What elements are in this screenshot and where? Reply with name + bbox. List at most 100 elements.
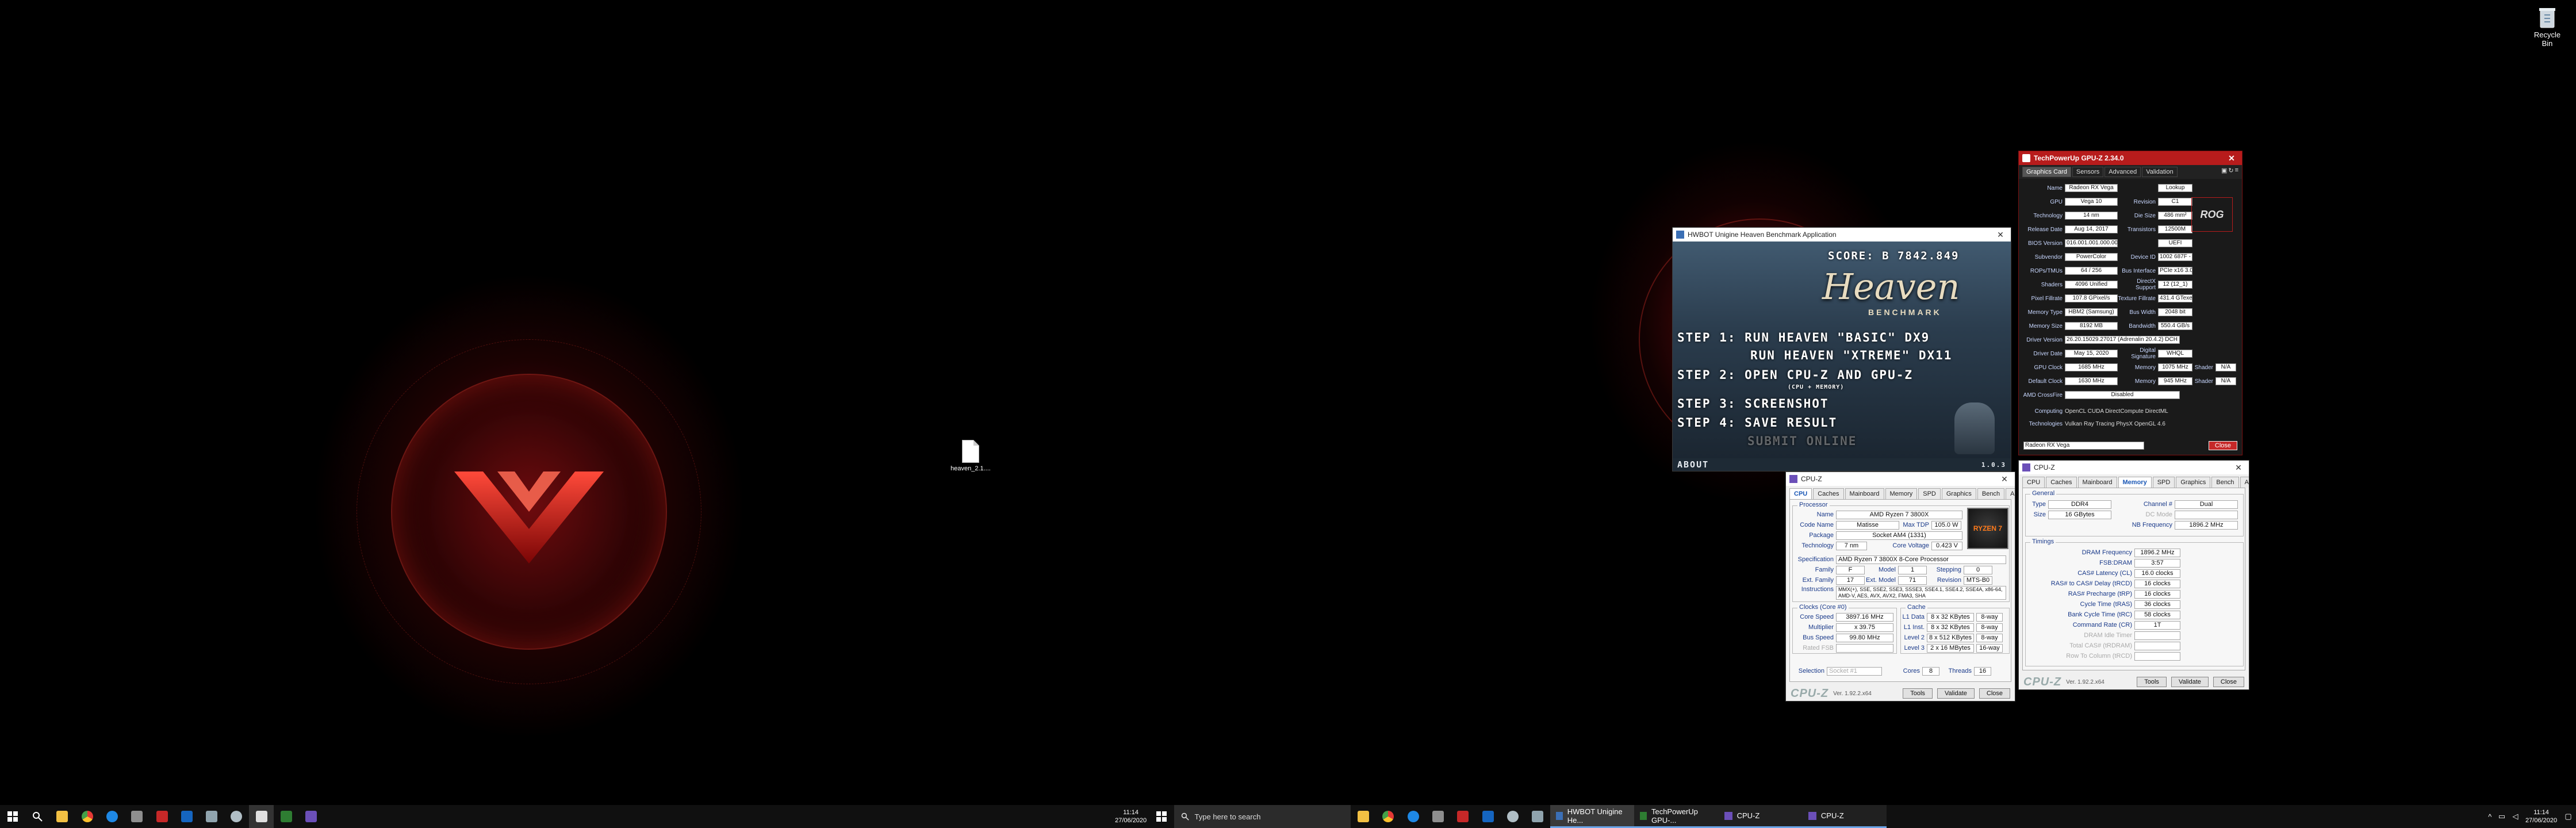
camera-icon[interactable]: ▣ <box>2221 167 2227 177</box>
gpuz-row-label: Memory Type <box>2027 309 2063 316</box>
edge-icon[interactable] <box>1401 805 1425 828</box>
tab-cpu[interactable]: CPU <box>2022 477 2045 488</box>
search-placeholder: Type here to search <box>1194 812 1261 821</box>
trcd-value: 16 clocks <box>2134 579 2180 588</box>
step3-text: STEP 3: SCREENSHOT <box>1677 397 1829 411</box>
recycle-bin-icon[interactable]: Recycle Bin <box>2530 6 2564 48</box>
trcd2-value <box>2134 651 2180 661</box>
desktop-file-heaven[interactable]: heaven_2.1.... <box>946 440 995 472</box>
search-box[interactable]: Type here to search <box>1174 805 1351 828</box>
l3-label: Level 3 <box>1904 645 1925 651</box>
selection-dropdown[interactable]: Socket #1 <box>1827 666 1882 676</box>
spec-label: Specification <box>1797 556 1834 563</box>
chrome-icon[interactable] <box>75 805 99 828</box>
cores-label: Cores <box>1903 668 1920 674</box>
close-button[interactable]: Close <box>1979 688 2010 699</box>
cpuz-mem-footer: CPU-Z Ver. 1.92.2.x64 Tools Validate Clo… <box>2019 674 2249 689</box>
app-cloud-icon[interactable] <box>224 805 249 828</box>
task-cpuz-2[interactable]: CPU-Z <box>1802 805 1887 828</box>
app-red-icon[interactable] <box>150 805 174 828</box>
close-icon[interactable]: ✕ <box>1994 230 2007 240</box>
tab-validation[interactable]: Validation <box>2142 167 2178 177</box>
volume-icon[interactable]: ◁ <box>2509 812 2522 821</box>
task-heaven[interactable]: HWBOT Unigine He... <box>1550 805 1635 828</box>
tab-graphics-card[interactable]: Graphics Card <box>2022 167 2071 177</box>
app-cloud-icon[interactable] <box>1500 805 1525 828</box>
maxtdp-value: 105.0 W <box>1931 520 1961 530</box>
app-tool-icon[interactable] <box>1525 805 1550 828</box>
model-label: Model <box>1879 566 1896 573</box>
edge-icon[interactable] <box>99 805 124 828</box>
technologies-row-checkboxes[interactable]: Vulkan Ray Tracing PhysX OpenGL 4.6 <box>2065 421 2165 427</box>
gpuz-row-label-2: Device ID <box>2130 254 2156 260</box>
ratedfsb-label: Rated FSB <box>1803 645 1834 651</box>
gpuz-close-button[interactable]: Close <box>2208 441 2237 450</box>
cpuz-mem-titlebar[interactable]: CPU-Z ✕ <box>2019 461 2249 474</box>
gpuz-row-value: 14 nm <box>2065 212 2118 220</box>
about-button[interactable]: ABOUT <box>1677 459 1709 470</box>
tab-cpu[interactable]: CPU <box>1789 488 1812 499</box>
gpu-select[interactable]: Radeon RX Vega <box>2023 442 2144 450</box>
close-button[interactable]: Close <box>2213 677 2244 687</box>
cpu-panel: Processor Name AMD Ryzen 7 3800X Code Nam… <box>1789 499 2011 682</box>
search-icon[interactable] <box>25 805 49 828</box>
processor-group-label: Processor <box>1797 501 1830 508</box>
tab-bench[interactable]: Bench <box>2211 477 2239 488</box>
cpuz-tabs: CPU Caches Mainboard Memory SPD Graphics… <box>1786 486 2015 499</box>
gpuz-row-value-2[interactable]: Lookup <box>2158 184 2192 192</box>
validate-button[interactable]: Validate <box>2171 677 2209 687</box>
start-button[interactable] <box>0 805 25 828</box>
chrome-icon[interactable] <box>1376 805 1401 828</box>
app-blue-icon[interactable] <box>1475 805 1500 828</box>
file-explorer-icon[interactable] <box>50 805 75 828</box>
tab-graphics[interactable]: Graphics <box>1941 488 1976 499</box>
tab-mainboard[interactable]: Mainboard <box>2077 477 2117 488</box>
refresh-icon[interactable]: ↻ <box>2228 167 2233 177</box>
menu-icon[interactable]: ≡ <box>2235 167 2238 177</box>
validate-button[interactable]: Validate <box>1937 688 1975 699</box>
tools-button[interactable]: Tools <box>2137 677 2167 687</box>
tab-sensors[interactable]: Sensors <box>2072 167 2104 177</box>
app-tool-icon[interactable] <box>200 805 224 828</box>
tab-about[interactable]: About <box>2240 477 2249 488</box>
tab-mainboard[interactable]: Mainboard <box>1845 488 1884 499</box>
start-button-2[interactable] <box>1149 805 1174 828</box>
tab-spd[interactable]: SPD <box>2152 477 2175 488</box>
app-red-icon[interactable] <box>1451 805 1475 828</box>
tab-memory[interactable]: Memory <box>2118 477 2152 488</box>
tab-advanced[interactable]: Advanced <box>2104 167 2141 177</box>
tray-chevron-icon[interactable]: ^ <box>2485 812 2495 821</box>
tab-graphics[interactable]: Graphics <box>2176 477 2211 488</box>
app-active-icon[interactable] <box>249 805 274 828</box>
close-icon[interactable]: ✕ <box>2232 463 2245 473</box>
gpuz-row-label: Technology <box>2033 212 2063 219</box>
app-green-icon[interactable] <box>274 805 298 828</box>
close-icon[interactable]: ✕ <box>2225 154 2238 163</box>
cpuz-pinned-icon[interactable] <box>299 805 324 828</box>
app-icon[interactable] <box>125 805 150 828</box>
network-icon[interactable]: ▭ <box>2495 812 2508 821</box>
task-gpuz[interactable]: TechPowerUp GPU-... <box>1634 805 1719 828</box>
tab-spd[interactable]: SPD <box>1918 488 1941 499</box>
notification-icon[interactable]: ▢ <box>2560 812 2576 821</box>
file-explorer-icon[interactable] <box>1351 805 1375 828</box>
task-cpuz-1[interactable]: CPU-Z <box>1718 805 1803 828</box>
computing-row-checkboxes[interactable]: OpenCL CUDA DirectCompute DirectML <box>2065 408 2168 415</box>
tray-clock[interactable]: 11:14 27/06/2020 <box>2522 808 2560 825</box>
app-icon[interactable] <box>1425 805 1450 828</box>
gpuz-row-label: Name <box>2047 185 2063 191</box>
cpuz-titlebar[interactable]: CPU-Z ✕ <box>1786 472 2015 486</box>
gpuz-row-label: ROPs/TMUs <box>2030 267 2063 274</box>
tab-about[interactable]: About <box>2006 488 2015 499</box>
tab-caches[interactable]: Caches <box>1813 488 1844 499</box>
gpuz-row-value: May 15, 2020 <box>2065 350 2118 358</box>
maxtdp-label: Max TDP <box>1903 522 1929 528</box>
tab-caches[interactable]: Caches <box>2046 477 2077 488</box>
close-icon[interactable]: ✕ <box>1998 474 2011 484</box>
tab-bench[interactable]: Bench <box>1977 488 2005 499</box>
heaven-titlebar[interactable]: HWBOT Unigine Heaven Benchmark Applicati… <box>1673 228 2011 241</box>
app-blue-icon[interactable] <box>174 805 199 828</box>
gpuz-titlebar[interactable]: TechPowerUp GPU-Z 2.34.0 ✕ <box>2019 151 2242 165</box>
tab-memory[interactable]: Memory <box>1885 488 1918 499</box>
tools-button[interactable]: Tools <box>1903 688 1933 699</box>
